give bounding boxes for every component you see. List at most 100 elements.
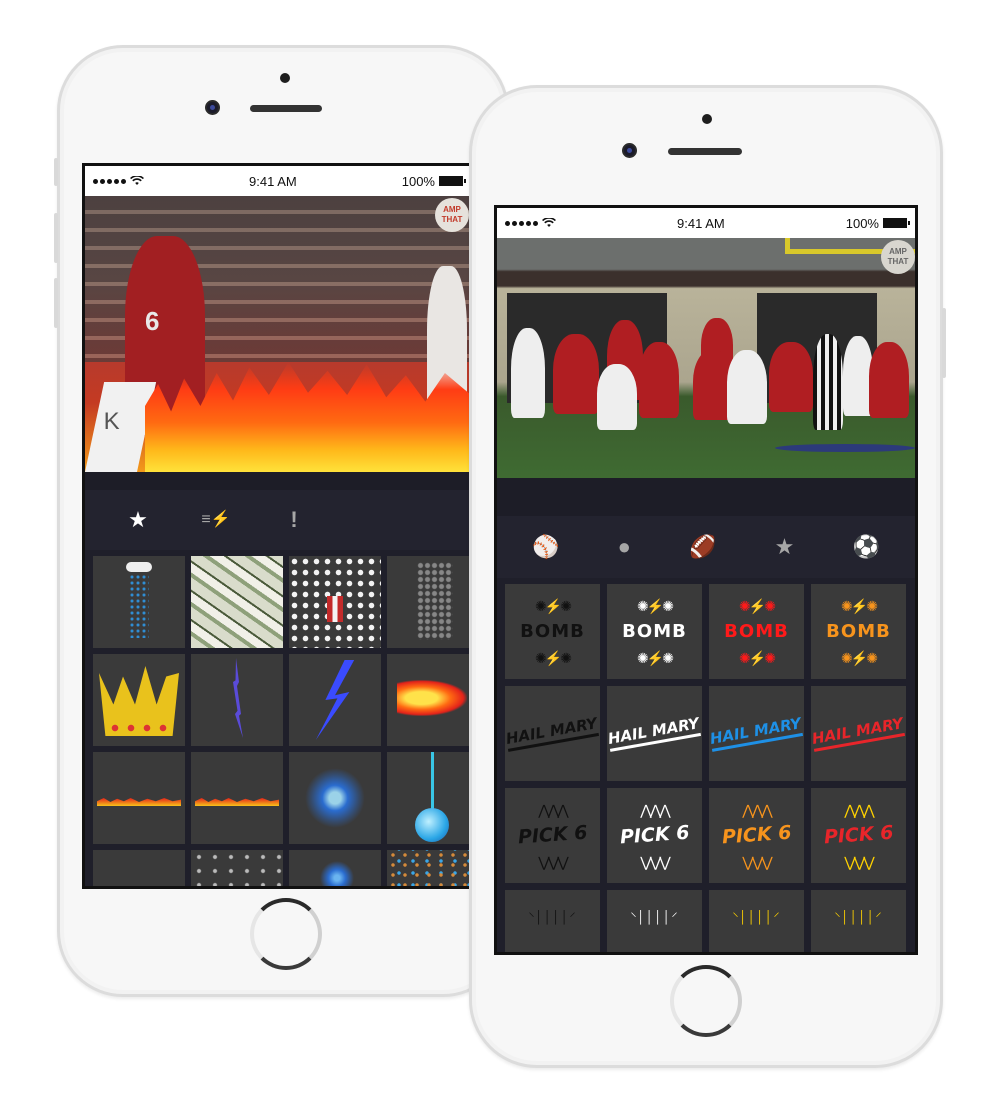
effect-blue-firework[interactable] xyxy=(289,850,381,886)
sticker-label: PICK 6 xyxy=(619,821,690,849)
status-time: 9:41 AM xyxy=(249,173,297,189)
lightning-streak-icon xyxy=(233,658,243,738)
effects-grid xyxy=(85,550,471,886)
player-figure xyxy=(639,342,679,418)
sticker-bomb[interactable]: ✺⚡✺ ✺⚡✺ BOMB xyxy=(505,584,600,679)
sticker-label: PICK 6 xyxy=(823,821,894,849)
confetti-icon xyxy=(387,850,471,886)
effect-blank[interactable] xyxy=(93,850,185,886)
sticker-hail[interactable]: HAIL MARY xyxy=(607,686,702,781)
tab-favorites[interactable]: ★ xyxy=(99,509,177,531)
player-figure xyxy=(869,342,909,418)
sport-tabbar: ⚾ ● 🏈 ★ ⚽ xyxy=(497,516,915,578)
popcorn-box-icon xyxy=(327,596,343,622)
effect-snowflakes[interactable] xyxy=(191,850,283,886)
amp-that-watermark: AMP THAT xyxy=(435,198,469,232)
sticker-sack[interactable]: ⸌││││⸍SACK xyxy=(709,890,804,952)
explosion-icon: ✺⚡✺ xyxy=(535,650,572,666)
amp-that-watermark: AMP THAT xyxy=(881,240,915,274)
front-camera xyxy=(622,143,637,158)
sticker-label: BOMB xyxy=(826,620,891,642)
sticker-grid: ✺⚡✺ ✺⚡✺ BOMB ✺⚡✺ ✺⚡✺ BOMB ✺⚡✺ ✺⚡✺ BOMB ✺⚡✺ ✺⚡✺ BOMB… xyxy=(497,578,915,952)
blue-burst-icon xyxy=(305,768,365,828)
burst-icon: ⋁⋁⋁ xyxy=(742,854,772,870)
tab-alerts[interactable]: ! xyxy=(255,509,333,531)
sticker-pick[interactable]: ⋀⋀⋀ ⋁⋁⋁ PICK 6 xyxy=(709,788,804,883)
sticker-label: PICK 6 xyxy=(517,821,588,849)
earpiece-speaker xyxy=(250,105,322,112)
sticker-bomb[interactable]: ✺⚡✺ ✺⚡✺ BOMB xyxy=(607,584,702,679)
player-figure xyxy=(597,364,637,430)
sticker-sack[interactable]: ⸌││││⸍SACK xyxy=(811,890,906,952)
effect-fire-line-2[interactable] xyxy=(191,752,283,844)
basketball-icon: ● xyxy=(617,534,631,559)
front-camera xyxy=(205,100,220,115)
sticker-label: HAIL MARY xyxy=(607,714,702,752)
player-figure xyxy=(769,342,813,412)
sticker-label: BOMB xyxy=(622,620,687,642)
tab-football[interactable]: 🏈 xyxy=(689,536,716,558)
sticker-hail[interactable]: HAIL MARY xyxy=(709,686,804,781)
sticker-hail[interactable]: HAIL MARY xyxy=(811,686,906,781)
explosion-icon: ✺⚡✺ xyxy=(637,650,674,666)
effect-money[interactable] xyxy=(191,556,283,648)
sticker-bomb[interactable]: ✺⚡✺ ✺⚡✺ BOMB xyxy=(811,584,906,679)
video-preview[interactable]: 6 K AMP THAT xyxy=(85,196,471,472)
wifi-icon xyxy=(130,176,144,185)
wifi-icon xyxy=(542,218,556,227)
sticker-label: HAIL MARY xyxy=(709,714,804,752)
sticker-label: BOMB xyxy=(724,620,789,642)
snowflakes-icon xyxy=(191,850,283,886)
burst-icon: ⋁⋁⋁ xyxy=(640,854,670,870)
sticker-sack[interactable]: ⸌││││⸍SACK xyxy=(607,890,702,952)
sticker-pick[interactable]: ⋀⋀⋀ ⋁⋁⋁ PICK 6 xyxy=(505,788,600,883)
football-icon: 🏈 xyxy=(689,534,717,559)
fireball-icon xyxy=(397,680,467,716)
sticker-bomb[interactable]: ✺⚡✺ ✺⚡✺ BOMB xyxy=(709,584,804,679)
fire-line-icon xyxy=(97,798,181,806)
tab-soccer[interactable]: ⚽ xyxy=(852,536,879,558)
sticker-pick[interactable]: ⋀⋀⋀ ⋁⋁⋁ PICK 6 xyxy=(607,788,702,883)
video-preview[interactable]: AMP THAT xyxy=(497,238,915,478)
gems-icon xyxy=(107,724,173,732)
tab-speed[interactable]: ≡⚡ xyxy=(177,512,255,528)
field-logo xyxy=(775,444,915,452)
promo-stage: 9:41 AM 100% 6 K AMP THAT ★ ≡⚡ ! 9:41 AM… xyxy=(0,0,1000,1105)
effect-blue-orb[interactable] xyxy=(387,752,471,844)
effect-fire-line[interactable] xyxy=(93,752,185,844)
effect-confetti[interactable] xyxy=(387,850,471,886)
status-time: 9:41 AM xyxy=(677,215,725,231)
effect-rain-cloud[interactable] xyxy=(93,556,185,648)
speed-bolt-icon: ≡⚡ xyxy=(201,511,231,528)
tab-baseball[interactable]: ⚾ xyxy=(532,536,559,558)
home-button[interactable] xyxy=(670,965,742,1037)
effect-lightning-streak[interactable] xyxy=(191,654,283,746)
effect-fireball[interactable] xyxy=(387,654,471,746)
sticker-hail[interactable]: HAIL MARY xyxy=(505,686,600,781)
effect-crown[interactable] xyxy=(93,654,185,746)
player-figure xyxy=(727,350,767,424)
sticker-pick[interactable]: ⋀⋀⋀ ⋁⋁⋁ PICK 6 xyxy=(811,788,906,883)
sticker-sack[interactable]: ⸌││││⸍SACK xyxy=(505,890,600,952)
explosion-icon: ✺⚡✺ xyxy=(637,598,674,614)
explosion-icon: ✺⚡✺ xyxy=(739,650,776,666)
star-icon: ★ xyxy=(774,534,795,559)
blue-beam-icon xyxy=(431,752,434,812)
tab-basketball[interactable]: ● xyxy=(618,536,631,558)
home-button[interactable] xyxy=(250,898,322,970)
firework-icon xyxy=(317,858,357,886)
burst-icon: ⋀⋀⋀ xyxy=(640,802,670,818)
burst-icon: ⋁⋁⋁ xyxy=(538,854,568,870)
tab-favorites[interactable]: ★ xyxy=(775,536,795,558)
burst-icon: ⋀⋀⋀ xyxy=(538,802,568,818)
baseball-icon: ⚾ xyxy=(532,534,560,559)
effect-lightning-bolt[interactable] xyxy=(289,654,381,746)
earpiece-speaker xyxy=(668,148,742,155)
explosion-icon: ✺⚡✺ xyxy=(841,650,878,666)
rays-icon: ⸌││││⸍ xyxy=(834,910,883,924)
player-figure xyxy=(553,334,599,414)
effect-smoke[interactable] xyxy=(387,556,471,648)
effect-popcorn[interactable] xyxy=(289,556,381,648)
rain-icon xyxy=(129,574,149,638)
effect-blue-burst[interactable] xyxy=(289,752,381,844)
